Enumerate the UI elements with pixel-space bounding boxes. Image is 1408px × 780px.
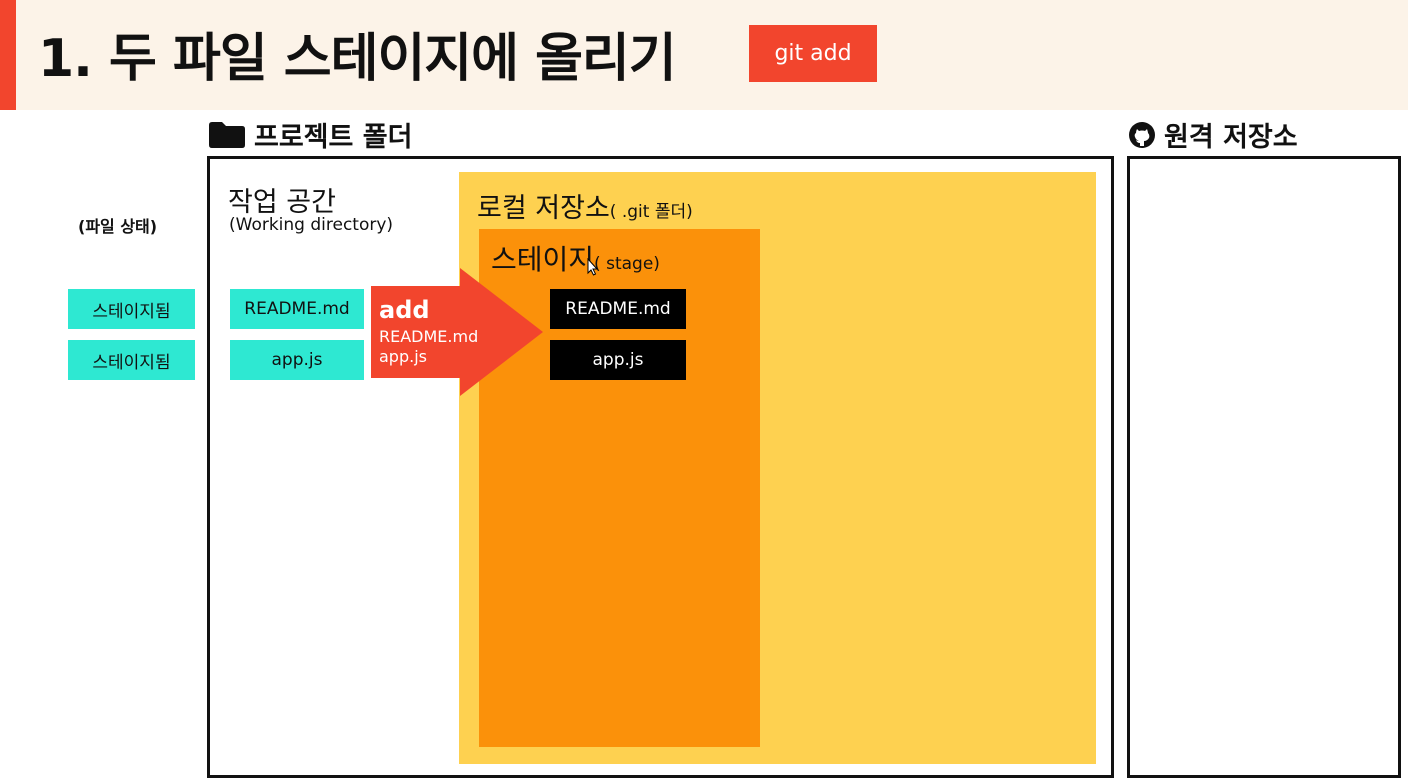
local-repo-subtitle: ( .git 폴더)	[609, 202, 693, 222]
add-arrow-label: add	[379, 296, 430, 324]
working-file-readme: README.md	[230, 289, 364, 329]
add-arrow-file: app.js	[379, 347, 427, 366]
project-folder-label: 프로젝트 폴더	[254, 122, 413, 153]
remote-repo-box	[1127, 156, 1401, 778]
stage-subtitle: ( stage)	[594, 254, 660, 274]
status-chip: 스테이지됨	[68, 340, 195, 380]
working-directory-title: 작업 공간	[228, 187, 336, 218]
working-file-app: app.js	[230, 340, 364, 380]
working-directory-subtitle: (Working directory)	[229, 215, 394, 235]
title-bar: 1. 두 파일 스테이지에 올리기 git add	[0, 0, 1408, 110]
file-status-heading: (파일 상태)	[78, 217, 158, 236]
header-accent-bar	[0, 0, 16, 110]
staged-file-readme: README.md	[550, 289, 686, 329]
staged-file-app: app.js	[550, 340, 686, 380]
slide-title: 1. 두 파일 스테이지에 올리기	[38, 29, 677, 89]
status-chip: 스테이지됨	[68, 289, 195, 329]
add-arrow-file: README.md	[379, 327, 479, 346]
github-icon	[1129, 121, 1155, 148]
local-repo-label: 로컬 저장소	[477, 193, 610, 224]
mouse-cursor-icon	[587, 258, 599, 276]
remote-repo-title: 원격 저장소	[1128, 115, 1298, 154]
remote-repo-label: 원격 저장소	[1164, 122, 1298, 153]
local-repo-title: 로컬 저장소( .git 폴더)	[477, 186, 693, 225]
command-badge: git add	[749, 25, 877, 82]
folder-icon	[209, 121, 245, 148]
project-folder-title: 프로젝트 폴더	[208, 115, 412, 154]
